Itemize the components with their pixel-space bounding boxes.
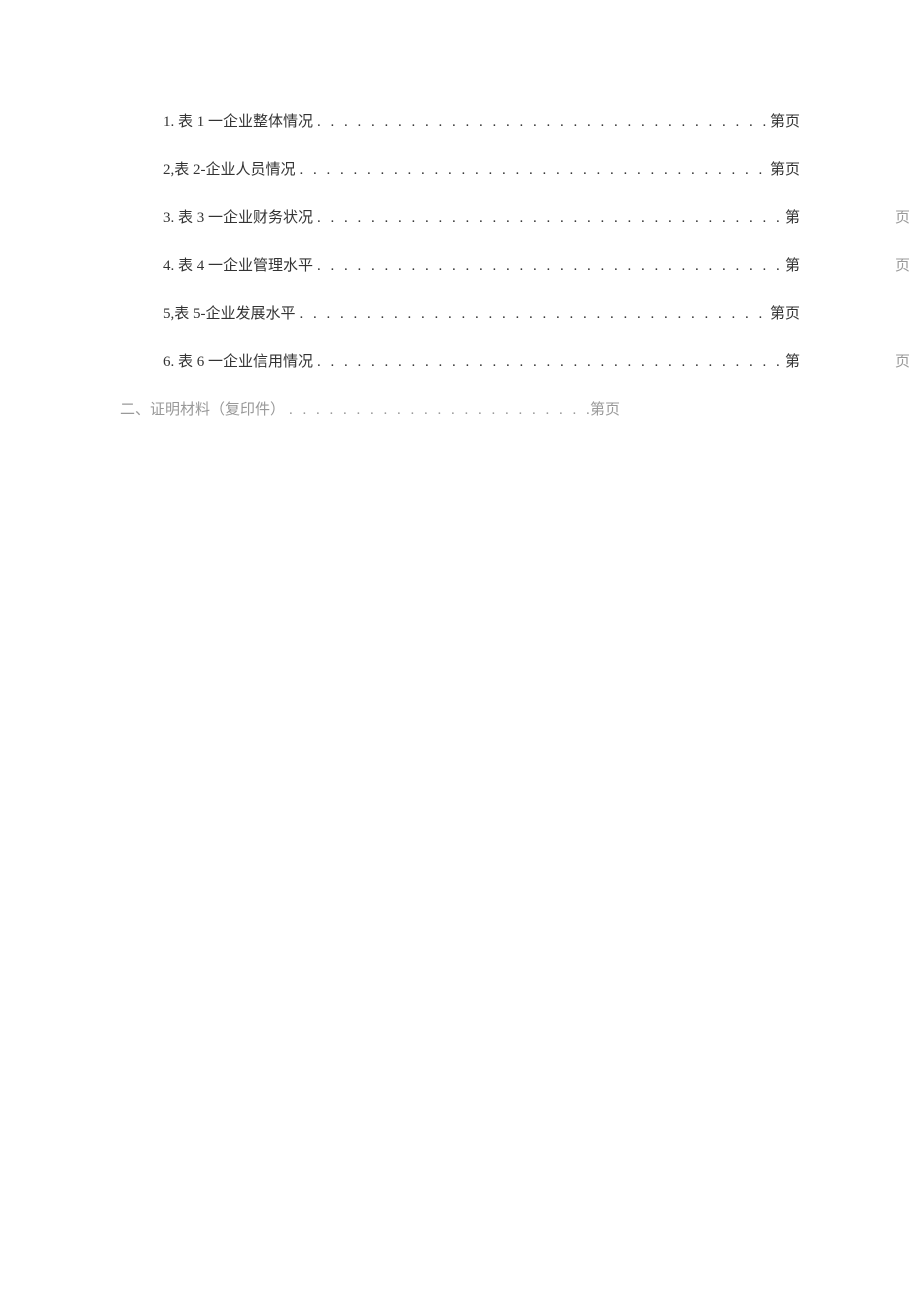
- toc-page-ref-far: 页: [895, 206, 910, 227]
- toc-row-1: 1. 表 1 一企业整体情况 . . . . . . . . . . . . .…: [120, 110, 800, 131]
- toc-page-ref: 第页: [770, 158, 800, 179]
- toc-label: 1. 表 1 一企业整体情况: [163, 110, 313, 131]
- toc-page-ref-far: 页: [895, 350, 910, 371]
- toc-row-5: 5,表 5-企业发展水平 . . . . . . . . . . . . . .…: [120, 302, 800, 323]
- toc-label: 二、证明材料（复印件）: [120, 398, 285, 419]
- toc-label: 6. 表 6 一企业信用情况: [163, 350, 313, 371]
- toc-label: 3. 表 3 一企业财务状况: [163, 206, 313, 227]
- toc-leader-dots: . . . . . . . . . . . . . . . . . . . . …: [285, 402, 590, 419]
- toc-page-ref-far: 页: [895, 254, 910, 275]
- toc-leader-dots: . . . . . . . . . . . . . . . . . . . . …: [313, 210, 785, 227]
- toc-row-7: 二、证明材料（复印件） . . . . . . . . . . . . . . …: [120, 398, 620, 419]
- toc-row-3: 3. 表 3 一企业财务状况 . . . . . . . . . . . . .…: [120, 206, 800, 227]
- toc-page-ref: 第页: [590, 398, 620, 419]
- toc-row-6: 6. 表 6 一企业信用情况 . . . . . . . . . . . . .…: [120, 350, 800, 371]
- toc-label: 2,表 2-企业人员情况: [163, 158, 296, 179]
- document-page: 1. 表 1 一企业整体情况 . . . . . . . . . . . . .…: [0, 0, 920, 419]
- toc-page-ref: 第: [785, 206, 800, 227]
- toc-page-ref: 第: [785, 254, 800, 275]
- toc-row-4: 4. 表 4 一企业管理水平 . . . . . . . . . . . . .…: [120, 254, 800, 275]
- toc-leader-dots: . . . . . . . . . . . . . . . . . . . . …: [313, 258, 785, 275]
- toc-label: 4. 表 4 一企业管理水平: [163, 254, 313, 275]
- toc-leader-dots: . . . . . . . . . . . . . . . . . . . . …: [296, 306, 770, 323]
- toc-page-ref: 第页: [770, 110, 800, 131]
- toc-leader-dots: . . . . . . . . . . . . . . . . . . . . …: [313, 354, 785, 371]
- toc-page-ref: 第: [785, 350, 800, 371]
- toc-leader-dots: . . . . . . . . . . . . . . . . . . . . …: [296, 162, 770, 179]
- toc-label: 5,表 5-企业发展水平: [163, 302, 296, 323]
- toc-page-ref: 第页: [770, 302, 800, 323]
- toc-row-2: 2,表 2-企业人员情况 . . . . . . . . . . . . . .…: [120, 158, 800, 179]
- toc-leader-dots: . . . . . . . . . . . . . . . . . . . . …: [313, 114, 770, 131]
